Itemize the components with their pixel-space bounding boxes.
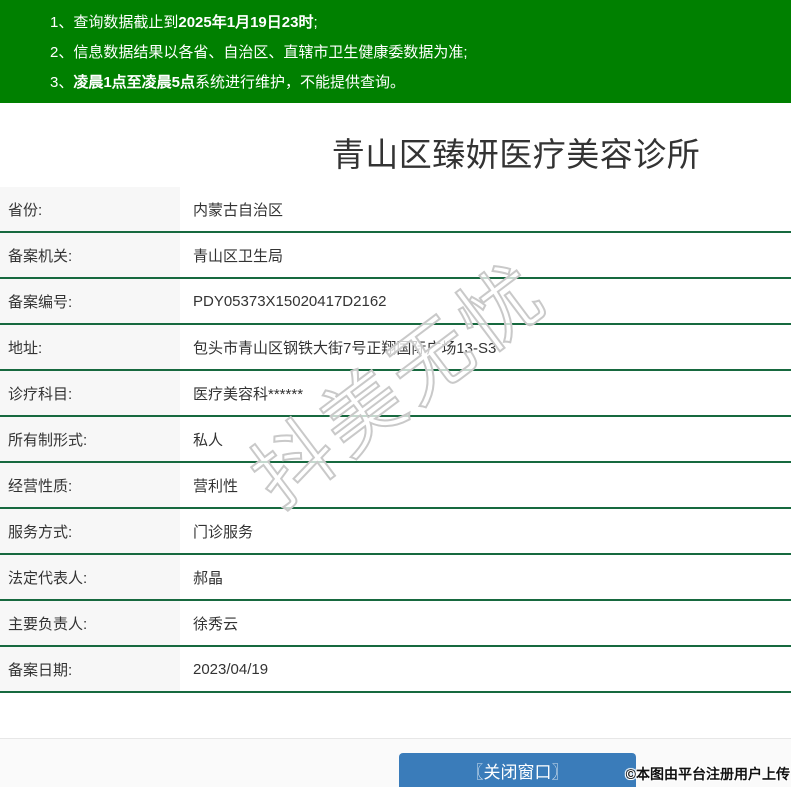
row-label: 诊疗科目: [0, 371, 180, 415]
row-label: 备案编号: [0, 279, 180, 323]
notice-bold-text: 2025年1月19日23时 [178, 14, 314, 31]
row-label: 法定代表人: [0, 555, 180, 599]
row-value: 包头市青山区钢铁大街7号正翔国际广场13-S3 [180, 325, 791, 369]
notice-text: 系统进行维护，不能提供查询。 [195, 74, 406, 91]
row-label: 服务方式: [0, 509, 180, 553]
page-title: 青山区臻妍医疗美容诊所 [331, 136, 701, 173]
row-label: 备案机关: [0, 233, 180, 277]
notice-number: 2、 [50, 44, 74, 61]
row-label: 经营性质: [0, 463, 180, 507]
notice-text: ; [313, 14, 318, 31]
notice-line-2: 2、信息数据结果以各省、自治区、直辖市卫生健康委数据为准; [50, 38, 781, 68]
row-value: 私人 [180, 417, 791, 461]
close-window-button[interactable]: 〖关闭窗口〗 [399, 753, 636, 787]
row-label: 所有制形式: [0, 417, 180, 461]
row-value: 营利性 [180, 463, 791, 507]
table-row: 备案机关: 青山区卫生局 [0, 233, 791, 279]
notice-line-1: 1、查询数据截止到2025年1月19日23时; [50, 8, 781, 38]
notice-line-3: 3、凌晨1点至凌晨5点系统进行维护，不能提供查询。 [50, 68, 781, 98]
row-value: 内蒙古自治区 [180, 187, 791, 231]
row-value: 徐秀云 [180, 601, 791, 645]
upload-note-watermark: ©本图由平台注册用户上传 [625, 766, 790, 782]
row-value: 2023/04/19 [180, 647, 791, 691]
table-row: 备案日期: 2023/04/19 [0, 647, 791, 693]
table-row: 诊疗科目: 医疗美容科****** [0, 371, 791, 417]
table-row: 所有制形式: 私人 [0, 417, 791, 463]
row-value: PDY05373X15020417D2162 [180, 279, 791, 323]
row-label: 主要负责人: [0, 601, 180, 645]
notice-text: 查询数据截止到 [73, 14, 179, 31]
notice-number: 3、 [50, 74, 74, 91]
notice-banner: 1、查询数据截止到2025年1月19日23时; 2、信息数据结果以各省、自治区、… [0, 0, 791, 103]
table-row: 法定代表人: 郝晶 [0, 555, 791, 601]
notice-text: 信息数据结果以各省、自治区、直辖市卫生健康委数据为准; [73, 44, 468, 61]
query-result-page: 1、查询数据截止到2025年1月19日23时; 2、信息数据结果以各省、自治区、… [0, 0, 791, 787]
table-row: 备案编号: PDY05373X15020417D2162 [0, 279, 791, 325]
row-value: 郝晶 [180, 555, 791, 599]
info-table: 省份: 内蒙古自治区 备案机关: 青山区卫生局 备案编号: PDY05373X1… [0, 187, 791, 693]
row-value: 医疗美容科****** [180, 371, 791, 415]
row-label: 地址: [0, 325, 180, 369]
table-row: 服务方式: 门诊服务 [0, 509, 791, 555]
table-row: 主要负责人: 徐秀云 [0, 601, 791, 647]
table-row: 地址: 包头市青山区钢铁大街7号正翔国际广场13-S3 [0, 325, 791, 371]
row-value: 青山区卫生局 [180, 233, 791, 277]
notice-number: 1、 [50, 14, 74, 31]
table-row: 省份: 内蒙古自治区 [0, 187, 791, 233]
row-label: 备案日期: [0, 647, 180, 691]
row-value: 门诊服务 [180, 509, 791, 553]
notice-bold-text: 凌晨1点至凌晨5点 [73, 74, 196, 91]
row-label: 省份: [0, 187, 180, 231]
table-row: 经营性质: 营利性 [0, 463, 791, 509]
